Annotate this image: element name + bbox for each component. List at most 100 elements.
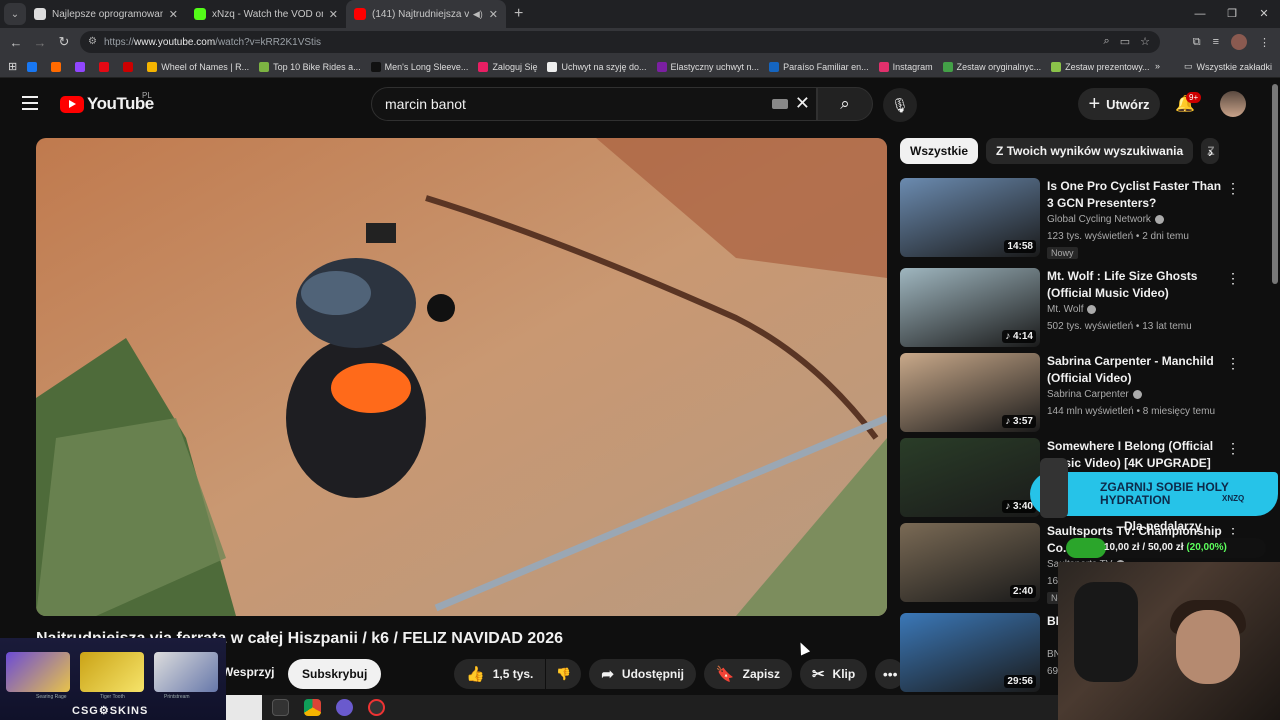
video-thumbnail[interactable]: ♪ 4:14 [900, 268, 1040, 347]
tab-search-button[interactable]: ⌄ [4, 3, 26, 25]
cast-icon[interactable]: ▭ [1120, 35, 1130, 48]
window-controls: — ❐ ✕ [1184, 0, 1280, 28]
bookmark-item[interactable] [123, 61, 137, 72]
more-options-icon[interactable]: ⋮ [1226, 355, 1240, 372]
video-thumbnail[interactable]: 29:56 [900, 613, 1040, 692]
bookmark-item[interactable]: Uchwyt na szyję do... [547, 61, 647, 72]
browser-tab-active[interactable]: (141) Najtrudniejsza via fer ◀) ✕ [346, 0, 506, 28]
bookmark-item[interactable]: Elastyczny uchwyt n... [656, 61, 759, 72]
share-button[interactable]: ➦ Udostępnij [589, 659, 696, 689]
search-input[interactable]: marcin banot ✕ [371, 87, 817, 121]
bookmark-item[interactable]: Paraíso Familiar en... [769, 61, 869, 72]
new-tab-icon[interactable]: + [514, 5, 523, 23]
video-title[interactable]: Mt. Wolf : Life Size Ghosts (Official Mu… [1047, 268, 1227, 302]
like-button[interactable]: 👍 1,5 tys. [454, 659, 546, 689]
like-count: 1,5 tys. [492, 667, 534, 681]
profile-avatar[interactable] [1231, 34, 1247, 50]
chrome-icon[interactable] [304, 699, 321, 716]
video-thumbnail[interactable]: ♪ 3:57 [900, 353, 1040, 432]
close-tab-icon[interactable]: ✕ [169, 8, 178, 21]
recommended-video[interactable]: ♪ 3:57 Sabrina Carpenter - Manchild (Offi… [900, 353, 1260, 433]
bookmark-item[interactable]: Zestaw oryginalnyc... [942, 61, 1042, 72]
save-button[interactable]: 🔖 Zapisz [703, 659, 792, 689]
subscribe-button[interactable]: Subskrybuj [288, 659, 382, 689]
all-bookmarks-folder[interactable]: ▭ Wszystkie zakładki [1184, 61, 1272, 72]
bookmark-label: Zestaw oryginalnyc... [956, 61, 1042, 72]
browser-tab[interactable]: xNzq - Watch the VOD on Kick ✕ [186, 0, 346, 28]
voice-search-button[interactable]: 🎙 [883, 88, 917, 122]
browser-tab[interactable]: Najlepsze oprogramowanie do ✕ [26, 0, 186, 28]
obs-icon[interactable] [368, 699, 385, 716]
bookmark-item[interactable]: Men's Long Sleeve... [370, 61, 469, 72]
media-controls-icon[interactable]: ≡ [1213, 36, 1219, 48]
browser-menu-icon[interactable]: ⋮ [1259, 36, 1270, 49]
speaker-icon[interactable]: ◀) [473, 9, 483, 20]
close-window-icon[interactable]: ✕ [1248, 0, 1280, 28]
search-button[interactable]: ⌕ [817, 87, 873, 121]
close-tab-icon[interactable]: ✕ [329, 8, 338, 21]
channel-name[interactable]: Global Cycling Network [1047, 214, 1164, 225]
chip-all[interactable]: Wszystkie [900, 138, 979, 164]
verified-icon [1087, 304, 1097, 314]
reload-icon[interactable]: ↻ [52, 34, 76, 50]
dislike-button[interactable]: 👎 [546, 659, 582, 689]
video-player[interactable] [36, 138, 887, 616]
video-thumbnail[interactable]: 2:40 [900, 523, 1040, 602]
bookmark-item[interactable]: Zestaw prezentowy... [1051, 61, 1150, 72]
back-icon[interactable]: ← [4, 35, 28, 50]
bookmark-star-icon[interactable]: ☆ [1140, 35, 1150, 48]
site-info-icon[interactable]: ⚙ [88, 36, 97, 47]
support-button[interactable]: Wesprzyj [222, 665, 274, 679]
discord-icon[interactable] [336, 699, 353, 716]
tab-favicon-icon [194, 8, 206, 20]
video-thumbnail[interactable]: 14:58 [900, 178, 1040, 257]
channel-name[interactable]: Sabrina Carpenter [1047, 389, 1142, 400]
tab-title: xNzq - Watch the VOD on Kick [212, 8, 323, 20]
bookmark-item[interactable] [51, 61, 65, 72]
more-options-icon[interactable]: ⋮ [1226, 270, 1240, 287]
channel-name[interactable]: Mt. Wolf [1047, 304, 1097, 315]
account-avatar[interactable] [1220, 91, 1246, 117]
extensions-icon[interactable]: ⧉ [1193, 36, 1201, 49]
search-value: marcin banot [385, 96, 466, 112]
video-title[interactable]: Sabrina Carpenter - Manchild (Official V… [1047, 353, 1227, 387]
chip-from-search[interactable]: Z Twoich wyników wyszukiwania [986, 138, 1194, 164]
tab-favicon-icon [354, 8, 366, 20]
bookmark-item[interactable]: Zaloguj Się [478, 61, 537, 72]
zoom-icon[interactable]: ⌕ [1104, 35, 1110, 48]
create-button[interactable]: + Utwórz [1078, 88, 1160, 120]
video-title[interactable]: Is One Pro Cyclist Faster Than 3 GCN Pre… [1047, 178, 1227, 212]
bookmark-item[interactable] [99, 61, 113, 72]
minimize-icon[interactable]: — [1184, 0, 1216, 28]
terminal-icon[interactable] [272, 699, 289, 716]
page-scrollbar[interactable] [1272, 84, 1278, 284]
bookmark-favicon-icon [147, 61, 158, 72]
more-options-icon[interactable]: ⋮ [1226, 180, 1240, 197]
restore-icon[interactable]: ❐ [1216, 0, 1248, 28]
bookmark-item[interactable]: Top 10 Bike Rides a... [259, 61, 361, 72]
streamer-face [1176, 610, 1240, 684]
video-thumbnail[interactable]: ♪ 3:40 [900, 438, 1040, 517]
close-tab-icon[interactable]: ✕ [489, 8, 498, 21]
duration-badge: 2:40 [1009, 585, 1036, 598]
bookmark-item[interactable] [27, 61, 41, 72]
keyboard-icon[interactable] [772, 99, 788, 109]
bookmark-label: Men's Long Sleeve... [384, 61, 469, 72]
bookmark-item[interactable]: Instagram [878, 61, 933, 72]
youtube-logo[interactable]: YouTube PL [60, 91, 154, 114]
clip-button[interactable]: ✂ Klip [799, 659, 868, 689]
more-bookmarks-icon[interactable]: » [1155, 61, 1160, 71]
recommended-video[interactable]: 14:58 Is One Pro Cyclist Faster Than 3 GC… [900, 178, 1260, 259]
clear-search-icon[interactable]: ✕ [795, 93, 810, 114]
recommended-video[interactable]: ♪ 4:14 Mt. Wolf : Life Size Ghosts (Offic… [900, 268, 1260, 348]
apps-icon[interactable]: ⊞ [8, 60, 17, 73]
more-options-icon[interactable]: ⋮ [1226, 440, 1240, 457]
verified-icon [1154, 214, 1164, 224]
menu-icon[interactable] [22, 96, 38, 114]
chevron-right-icon[interactable]: › [1208, 144, 1213, 162]
bookmark-item[interactable] [75, 61, 89, 72]
address-bar[interactable]: ⚙ https://www.youtube.com/watch?v=kRR2K1… [80, 31, 1160, 53]
forward-icon[interactable]: → [28, 35, 52, 50]
taskbar-search[interactable] [226, 695, 262, 720]
bookmark-item[interactable]: Wheel of Names | R... [147, 61, 249, 72]
